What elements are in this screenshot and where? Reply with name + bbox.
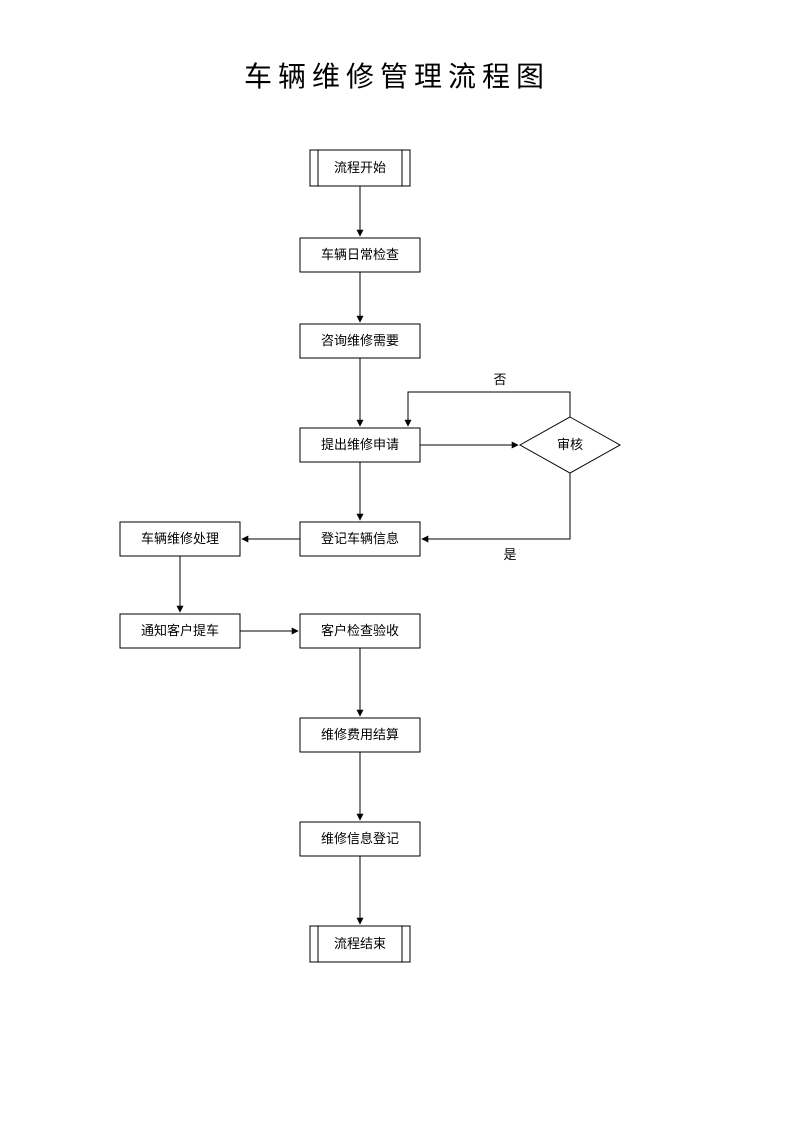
node-start: 流程开始 [310, 150, 410, 186]
node-notify: 通知客户提车 [120, 614, 240, 648]
page: 车辆维修管理流程图 流程开始 车辆日常检查 咨询维修需要 [0, 0, 794, 1123]
node-settle: 维修费用结算 [300, 718, 420, 752]
node-consult-label: 咨询维修需要 [321, 333, 399, 348]
node-start-label: 流程开始 [334, 160, 386, 175]
node-settle-label: 维修费用结算 [321, 727, 399, 742]
edge-audit-no [408, 392, 570, 426]
node-repair-label: 车辆维修处理 [141, 531, 219, 546]
node-register-info-label: 登记车辆信息 [321, 531, 399, 546]
node-consult: 咨询维修需要 [300, 324, 420, 358]
node-log-label: 维修信息登记 [321, 831, 399, 846]
node-audit-label: 审核 [557, 437, 583, 452]
node-inspect-label: 客户检查验收 [321, 623, 399, 638]
node-inspect: 客户检查验收 [300, 614, 420, 648]
flowchart-svg: 流程开始 车辆日常检查 咨询维修需要 提出维修申请 审核 [0, 0, 794, 1123]
node-notify-label: 通知客户提车 [141, 623, 219, 638]
node-audit: 审核 [520, 417, 620, 473]
node-apply: 提出维修申请 [300, 428, 420, 462]
node-daily-check: 车辆日常检查 [300, 238, 420, 272]
node-register-info: 登记车辆信息 [300, 522, 420, 556]
node-end: 流程结束 [310, 926, 410, 962]
node-daily-check-label: 车辆日常检查 [321, 247, 399, 262]
node-end-label: 流程结束 [334, 936, 386, 951]
node-repair: 车辆维修处理 [120, 522, 240, 556]
edge-audit-yes-label: 是 [503, 547, 516, 562]
edge-audit-no-label: 否 [493, 372, 506, 387]
node-log: 维修信息登记 [300, 822, 420, 856]
node-apply-label: 提出维修申请 [321, 437, 399, 452]
edge-audit-yes [422, 473, 570, 539]
